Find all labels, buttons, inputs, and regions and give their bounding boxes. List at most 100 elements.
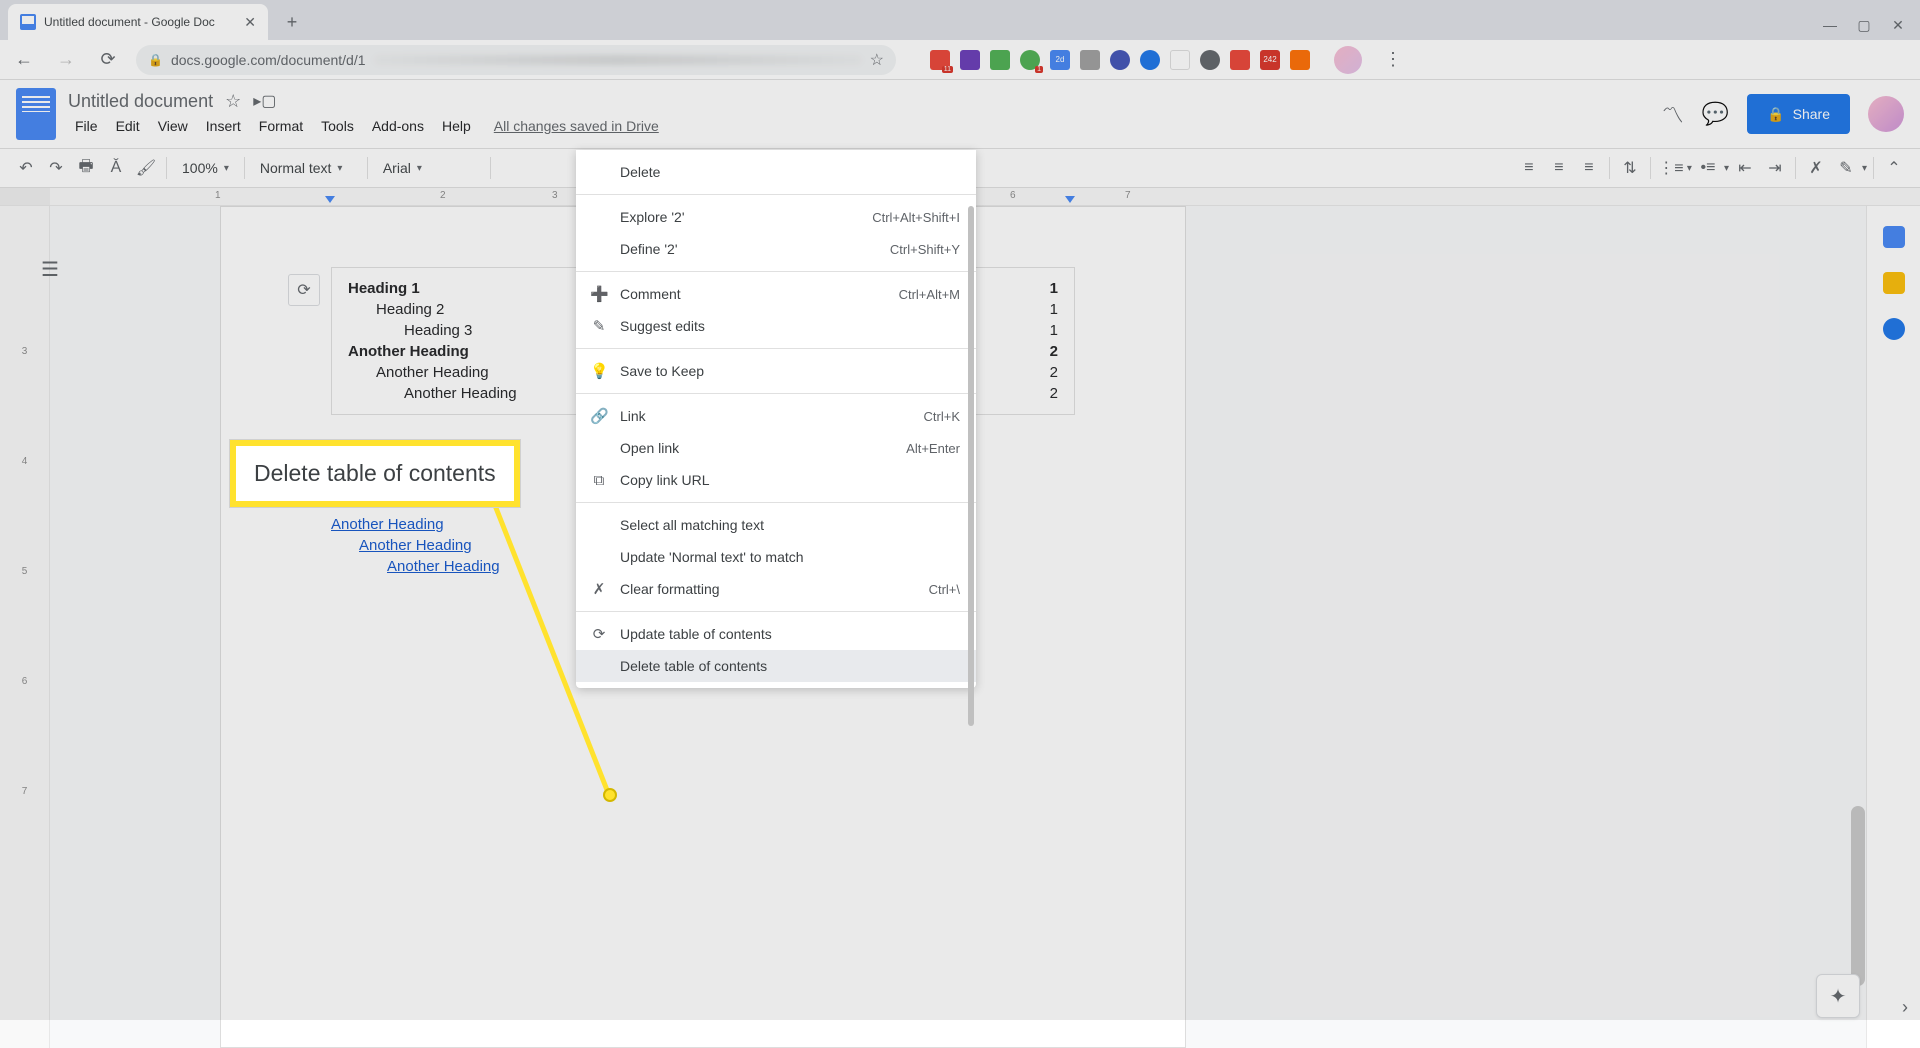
extension-icon[interactable] xyxy=(1200,50,1220,70)
undo-button[interactable]: ↶ xyxy=(12,154,40,182)
ctx-copy-link[interactable]: ⧉ Copy link URL xyxy=(576,464,976,496)
browser-tab[interactable]: Untitled document - Google Doc ✕ xyxy=(8,4,268,40)
tasks-icon[interactable] xyxy=(1883,318,1905,340)
print-button[interactable]: 🖶 xyxy=(72,154,100,182)
ctx-link[interactable]: 🔗 Link Ctrl+K xyxy=(576,400,976,432)
explore-button[interactable]: ✦ xyxy=(1816,974,1860,1018)
share-label: Share xyxy=(1793,106,1830,122)
editing-mode-button[interactable]: ✎ xyxy=(1832,154,1860,182)
extension-icon[interactable] xyxy=(1140,50,1160,70)
context-menu-scrollbar[interactable] xyxy=(968,206,974,726)
extension-icon[interactable]: 11 xyxy=(930,50,950,70)
numbered-list-button[interactable]: ⋮≡ xyxy=(1657,154,1685,182)
indent-decrease-button[interactable]: ⇤ xyxy=(1731,154,1759,182)
line-spacing-button[interactable]: ⇅ xyxy=(1616,154,1644,182)
menu-view[interactable]: View xyxy=(151,114,195,138)
menu-edit[interactable]: Edit xyxy=(109,114,147,138)
comment-icon: ➕ xyxy=(590,285,608,303)
ctx-clear-formatting[interactable]: ✗ Clear formatting Ctrl+\ xyxy=(576,573,976,605)
callout-annotation: Delete table of contents xyxy=(230,440,520,507)
docs-logo-icon[interactable] xyxy=(16,88,56,140)
heading-link[interactable]: Another Heading xyxy=(359,537,472,554)
extension-icon[interactable] xyxy=(1290,50,1310,70)
toc-refresh-button[interactable]: ⟳ xyxy=(288,274,320,306)
ctx-save-to-keep[interactable]: 💡 Save to Keep xyxy=(576,355,976,387)
bookmark-star-icon[interactable]: ☆ xyxy=(870,50,884,70)
extension-icon[interactable] xyxy=(990,50,1010,70)
clear-format-button[interactable]: ✗ xyxy=(1802,154,1830,182)
menu-format[interactable]: Format xyxy=(252,114,310,138)
ctx-update-toc[interactable]: ⟳ Update table of contents xyxy=(576,618,976,650)
window-controls: — ▢ ✕ xyxy=(1823,18,1920,32)
align-center-button[interactable]: ≡ xyxy=(1545,154,1573,182)
align-right-button[interactable]: ≡ xyxy=(1575,154,1603,182)
paint-format-button[interactable]: 🖌 xyxy=(132,154,160,182)
minimize-button[interactable]: — xyxy=(1823,18,1837,32)
menu-addons[interactable]: Add-ons xyxy=(365,114,431,138)
clear-format-icon: ✗ xyxy=(590,580,608,598)
font-dropdown[interactable]: Arial▾ xyxy=(374,154,484,182)
align-left-button[interactable]: ≡ xyxy=(1515,154,1543,182)
menu-file[interactable]: File xyxy=(68,114,105,138)
extension-icon[interactable]: 242 xyxy=(1260,50,1280,70)
activity-icon[interactable]: 〽 xyxy=(1662,98,1684,130)
extension-icon[interactable]: 2d xyxy=(1050,50,1070,70)
extension-icon[interactable] xyxy=(960,50,980,70)
user-avatar[interactable] xyxy=(1868,96,1904,132)
star-icon[interactable]: ☆ xyxy=(225,91,241,112)
move-icon[interactable]: ▸▢ xyxy=(253,91,276,111)
heading-link[interactable]: Another Heading xyxy=(331,516,444,533)
forward-button[interactable]: → xyxy=(52,49,80,70)
menu-help[interactable]: Help xyxy=(435,114,478,138)
extension-icon[interactable]: 1 xyxy=(1020,50,1040,70)
extension-icon[interactable] xyxy=(1110,50,1130,70)
menu-insert[interactable]: Insert xyxy=(199,114,248,138)
ctx-define[interactable]: Define '2' Ctrl+Shift+Y xyxy=(576,233,976,265)
ctx-suggest-edits[interactable]: ✎ Suggest edits xyxy=(576,310,976,342)
ctx-update-style[interactable]: Update 'Normal text' to match xyxy=(576,541,976,573)
zoom-dropdown[interactable]: 100%▾ xyxy=(173,154,238,182)
ctx-explore[interactable]: Explore '2' Ctrl+Alt+Shift+I xyxy=(576,201,976,233)
document-title[interactable]: Untitled document xyxy=(68,91,213,112)
reload-button[interactable]: ⟳ xyxy=(94,49,122,70)
comments-icon[interactable]: 💬 xyxy=(1702,101,1729,127)
keep-icon[interactable] xyxy=(1883,272,1905,294)
tab-title: Untitled document - Google Doc xyxy=(44,15,236,29)
calendar-icon[interactable] xyxy=(1883,226,1905,248)
browser-menu-icon[interactable]: ⋮ xyxy=(1376,49,1410,70)
outline-toggle-icon[interactable]: ☰ xyxy=(35,254,65,284)
ctx-delete-toc[interactable]: Delete table of contents xyxy=(576,650,976,682)
address-bar[interactable]: 🔒 docs.google.com/document/d/1 ☆ xyxy=(136,45,896,75)
save-status[interactable]: All changes saved in Drive xyxy=(494,118,659,134)
redo-button[interactable]: ↷ xyxy=(42,154,70,182)
spellcheck-button[interactable]: Ǎ xyxy=(102,154,130,182)
share-button[interactable]: 🔒 Share xyxy=(1747,94,1850,134)
scrollbar-thumb[interactable] xyxy=(1851,806,1865,986)
profile-avatar[interactable] xyxy=(1334,46,1362,74)
ctx-delete[interactable]: Delete xyxy=(576,156,976,188)
new-tab-button[interactable]: + xyxy=(278,8,306,36)
menu-tools[interactable]: Tools xyxy=(314,114,361,138)
indent-increase-button[interactable]: ⇥ xyxy=(1761,154,1789,182)
docs-favicon xyxy=(20,14,36,30)
browser-nav-bar: ← → ⟳ 🔒 docs.google.com/document/d/1 ☆ 1… xyxy=(0,40,1920,80)
ctx-open-link[interactable]: Open link Alt+Enter xyxy=(576,432,976,464)
close-window-button[interactable]: ✕ xyxy=(1891,18,1905,32)
extension-icon[interactable] xyxy=(1080,50,1100,70)
tab-close-icon[interactable]: ✕ xyxy=(244,14,256,31)
ctx-comment[interactable]: ➕ Comment Ctrl+Alt+M xyxy=(576,278,976,310)
back-button[interactable]: ← xyxy=(10,49,38,70)
maximize-button[interactable]: ▢ xyxy=(1857,18,1871,32)
docs-header: Untitled document ☆ ▸▢ File Edit View In… xyxy=(0,80,1920,148)
ctx-select-matching[interactable]: Select all matching text xyxy=(576,509,976,541)
extension-icon[interactable]: + xyxy=(1170,50,1190,70)
vertical-ruler[interactable]: 3 4 5 6 7 xyxy=(0,206,50,1048)
extension-icon[interactable] xyxy=(1230,50,1250,70)
style-dropdown[interactable]: Normal text▾ xyxy=(251,154,361,182)
collapse-toolbar-button[interactable]: ⌃ xyxy=(1880,154,1908,182)
heading-link[interactable]: Another Heading xyxy=(387,558,500,575)
bulleted-list-button[interactable]: •≡ xyxy=(1694,154,1722,182)
url-text: docs.google.com/document/d/1 xyxy=(171,52,366,68)
side-panel-expand-icon[interactable]: › xyxy=(1902,997,1908,1018)
page-scrollbar[interactable] xyxy=(1851,416,1865,1028)
